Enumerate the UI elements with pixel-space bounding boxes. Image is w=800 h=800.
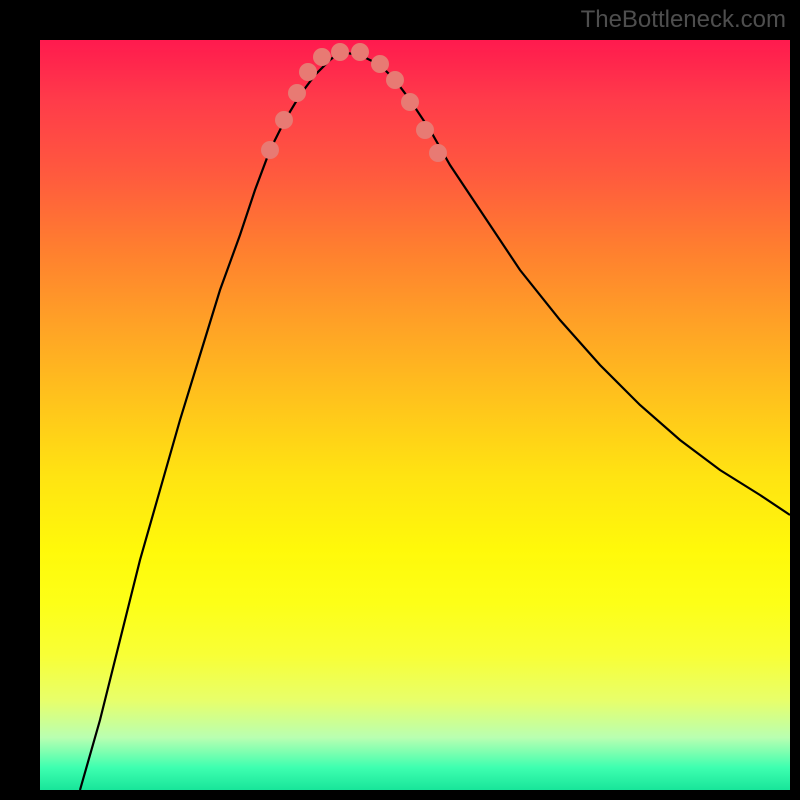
curve-right-curve — [340, 52, 790, 515]
marker-dot — [313, 48, 331, 66]
marker-dot — [371, 55, 389, 73]
curves-svg — [40, 40, 790, 790]
marker-dot — [275, 111, 293, 129]
curve-left-curve — [80, 52, 340, 790]
marker-dot — [386, 71, 404, 89]
marker-dot — [261, 141, 279, 159]
marker-dot — [429, 144, 447, 162]
marker-dot — [401, 93, 419, 111]
marker-dot — [331, 43, 349, 61]
marker-dot — [351, 43, 369, 61]
plot-area — [40, 40, 790, 790]
marker-dot — [416, 121, 434, 139]
marker-dot — [288, 84, 306, 102]
chart-container: TheBottleneck.com — [0, 0, 800, 800]
watermark-text: TheBottleneck.com — [581, 6, 786, 34]
marker-dot — [299, 63, 317, 81]
